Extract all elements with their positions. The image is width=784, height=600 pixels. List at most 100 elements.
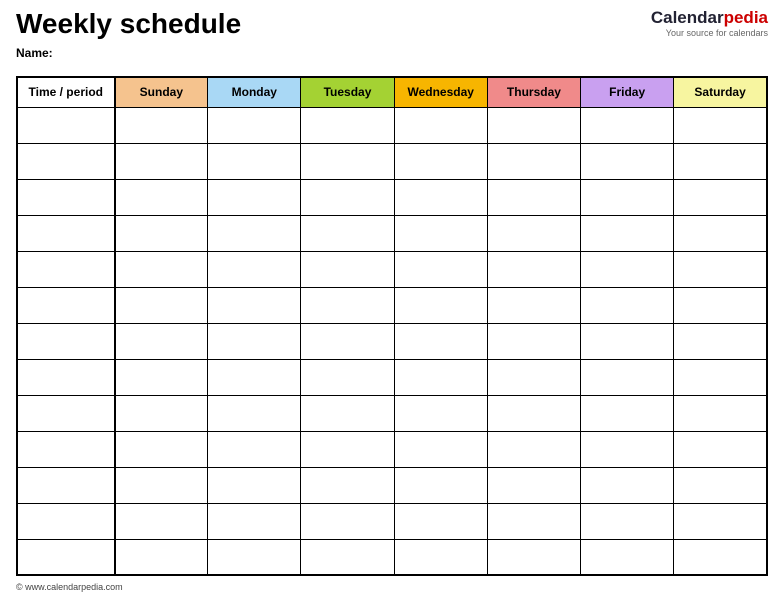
table-cell[interactable] [208, 323, 301, 359]
table-cell[interactable] [208, 107, 301, 143]
table-cell[interactable] [17, 431, 115, 467]
table-cell[interactable] [674, 359, 767, 395]
table-cell[interactable] [208, 539, 301, 575]
table-cell[interactable] [208, 287, 301, 323]
table-cell[interactable] [394, 539, 487, 575]
table-cell[interactable] [301, 539, 394, 575]
table-cell[interactable] [301, 323, 394, 359]
table-cell[interactable] [301, 107, 394, 143]
table-cell[interactable] [487, 359, 580, 395]
table-cell[interactable] [394, 503, 487, 539]
table-cell[interactable] [301, 143, 394, 179]
table-cell[interactable] [581, 359, 674, 395]
table-cell[interactable] [674, 503, 767, 539]
table-cell[interactable] [581, 323, 674, 359]
table-cell[interactable] [17, 251, 115, 287]
table-cell[interactable] [581, 395, 674, 431]
table-cell[interactable] [581, 107, 674, 143]
table-cell[interactable] [581, 251, 674, 287]
table-cell[interactable] [301, 395, 394, 431]
table-cell[interactable] [674, 215, 767, 251]
table-cell[interactable] [394, 467, 487, 503]
table-cell[interactable] [581, 467, 674, 503]
table-cell[interactable] [487, 467, 580, 503]
table-cell[interactable] [487, 431, 580, 467]
table-cell[interactable] [17, 323, 115, 359]
table-cell[interactable] [17, 503, 115, 539]
table-cell[interactable] [394, 395, 487, 431]
table-cell[interactable] [17, 143, 115, 179]
table-cell[interactable] [17, 359, 115, 395]
table-cell[interactable] [115, 539, 208, 575]
table-cell[interactable] [581, 431, 674, 467]
table-cell[interactable] [394, 287, 487, 323]
table-cell[interactable] [208, 215, 301, 251]
table-cell[interactable] [487, 107, 580, 143]
table-cell[interactable] [208, 395, 301, 431]
table-cell[interactable] [115, 323, 208, 359]
table-cell[interactable] [115, 503, 208, 539]
table-cell[interactable] [17, 539, 115, 575]
table-cell[interactable] [674, 179, 767, 215]
table-cell[interactable] [17, 215, 115, 251]
table-cell[interactable] [301, 215, 394, 251]
table-cell[interactable] [301, 431, 394, 467]
table-cell[interactable] [394, 431, 487, 467]
table-cell[interactable] [487, 179, 580, 215]
table-cell[interactable] [674, 431, 767, 467]
table-cell[interactable] [115, 215, 208, 251]
table-cell[interactable] [674, 287, 767, 323]
table-cell[interactable] [301, 359, 394, 395]
table-cell[interactable] [487, 251, 580, 287]
table-cell[interactable] [581, 179, 674, 215]
table-cell[interactable] [487, 395, 580, 431]
table-cell[interactable] [115, 359, 208, 395]
table-cell[interactable] [394, 323, 487, 359]
table-cell[interactable] [115, 143, 208, 179]
table-cell[interactable] [115, 179, 208, 215]
table-cell[interactable] [394, 251, 487, 287]
table-cell[interactable] [208, 143, 301, 179]
table-cell[interactable] [115, 287, 208, 323]
table-cell[interactable] [301, 287, 394, 323]
table-cell[interactable] [208, 503, 301, 539]
table-cell[interactable] [301, 179, 394, 215]
table-cell[interactable] [674, 143, 767, 179]
table-cell[interactable] [208, 431, 301, 467]
table-cell[interactable] [115, 251, 208, 287]
table-cell[interactable] [208, 179, 301, 215]
table-cell[interactable] [394, 107, 487, 143]
table-cell[interactable] [17, 107, 115, 143]
table-cell[interactable] [394, 215, 487, 251]
table-cell[interactable] [487, 143, 580, 179]
table-cell[interactable] [301, 251, 394, 287]
table-cell[interactable] [17, 395, 115, 431]
table-cell[interactable] [301, 503, 394, 539]
table-cell[interactable] [674, 251, 767, 287]
table-cell[interactable] [17, 287, 115, 323]
table-cell[interactable] [208, 251, 301, 287]
table-cell[interactable] [115, 431, 208, 467]
table-cell[interactable] [487, 503, 580, 539]
table-cell[interactable] [674, 395, 767, 431]
table-cell[interactable] [394, 359, 487, 395]
table-cell[interactable] [487, 323, 580, 359]
table-cell[interactable] [581, 287, 674, 323]
table-cell[interactable] [487, 539, 580, 575]
table-cell[interactable] [301, 467, 394, 503]
table-cell[interactable] [208, 467, 301, 503]
table-cell[interactable] [17, 179, 115, 215]
table-cell[interactable] [674, 107, 767, 143]
table-cell[interactable] [487, 287, 580, 323]
table-cell[interactable] [115, 107, 208, 143]
table-cell[interactable] [394, 143, 487, 179]
table-cell[interactable] [17, 467, 115, 503]
table-cell[interactable] [487, 215, 580, 251]
table-cell[interactable] [208, 359, 301, 395]
table-cell[interactable] [115, 467, 208, 503]
table-cell[interactable] [674, 539, 767, 575]
table-cell[interactable] [581, 215, 674, 251]
table-cell[interactable] [581, 539, 674, 575]
table-cell[interactable] [394, 179, 487, 215]
table-cell[interactable] [115, 395, 208, 431]
